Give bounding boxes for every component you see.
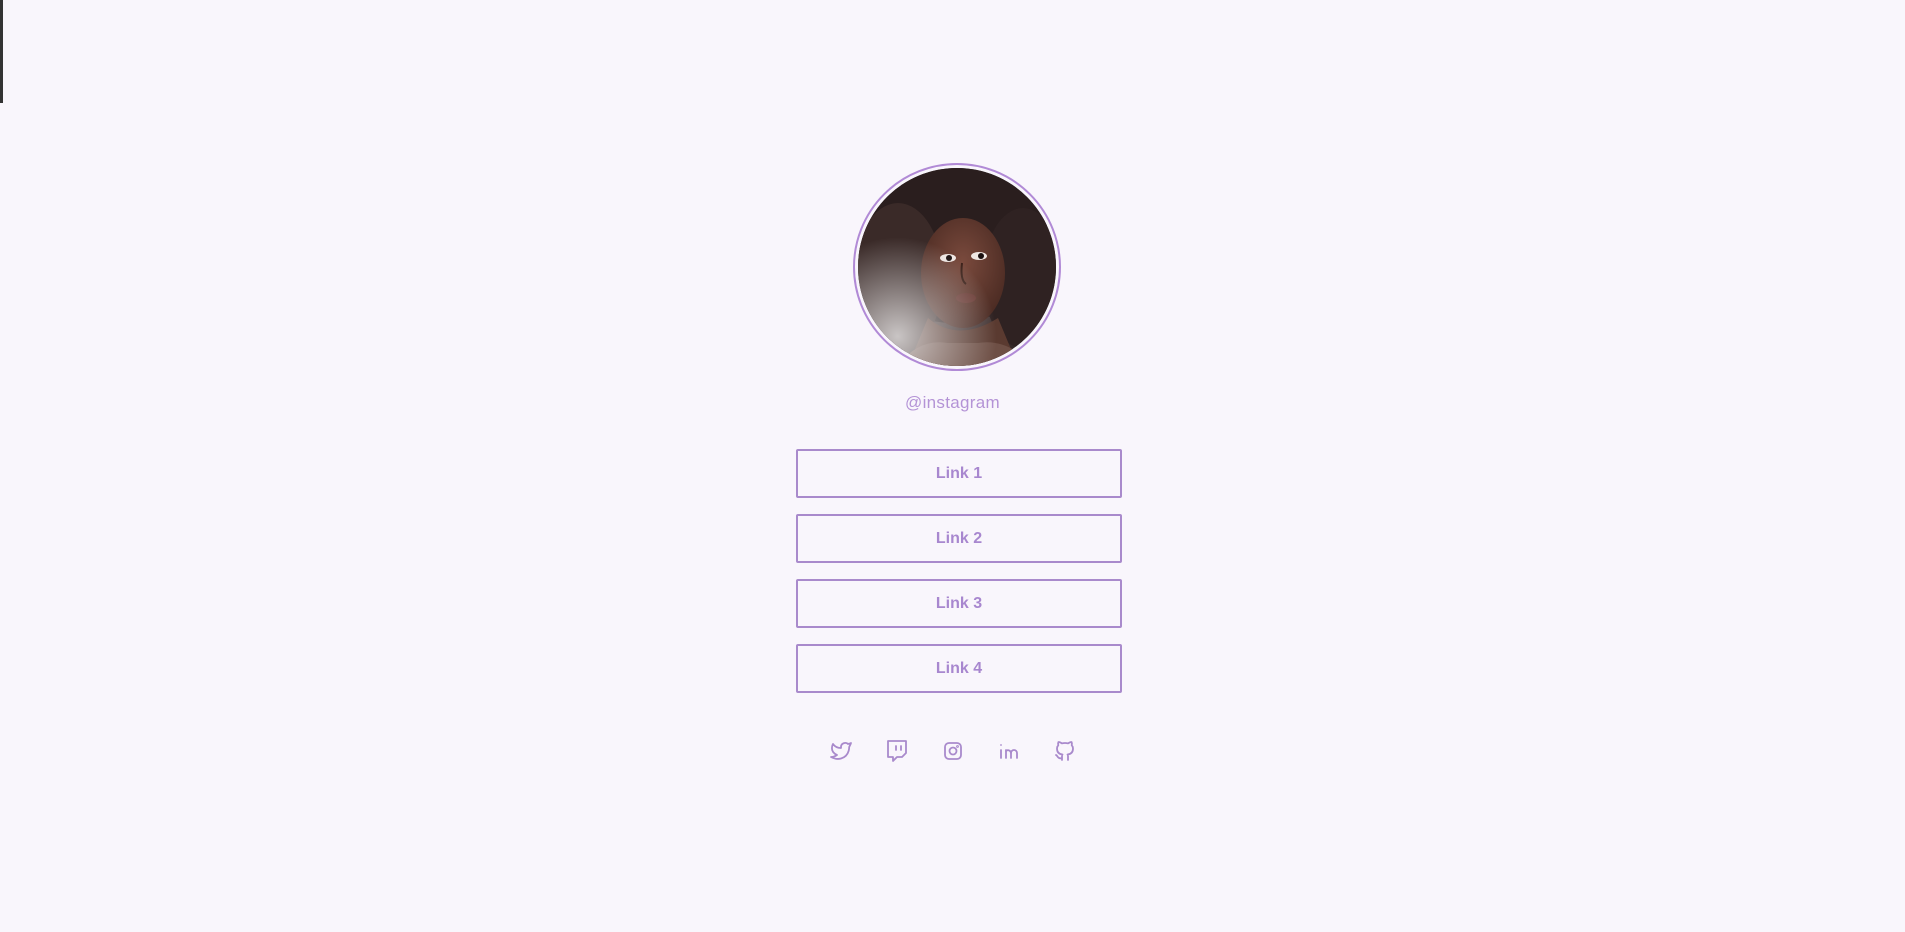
twitter-icon[interactable] [829, 739, 853, 763]
profile-handle: @instagram [905, 393, 1000, 412]
link-button-3[interactable]: Link 3 [796, 579, 1122, 628]
link-button-2[interactable]: Link 2 [796, 514, 1122, 563]
twitch-icon[interactable] [885, 739, 909, 763]
link-button-1[interactable]: Link 1 [796, 449, 1122, 498]
link-button-4[interactable]: Link 4 [796, 644, 1122, 693]
avatar-photo [858, 168, 1056, 366]
links-list: Link 1 Link 2 Link 3 Link 4 [796, 449, 1122, 709]
avatar-ring [853, 163, 1061, 371]
social-links [0, 739, 1905, 763]
github-icon[interactable] [1053, 739, 1077, 763]
linkedin-icon[interactable] [997, 739, 1021, 763]
link-tree-page: @instagram Link 1 Link 2 Link 3 Link 4 [0, 0, 1905, 932]
instagram-icon[interactable] [941, 739, 965, 763]
avatar [858, 168, 1056, 366]
